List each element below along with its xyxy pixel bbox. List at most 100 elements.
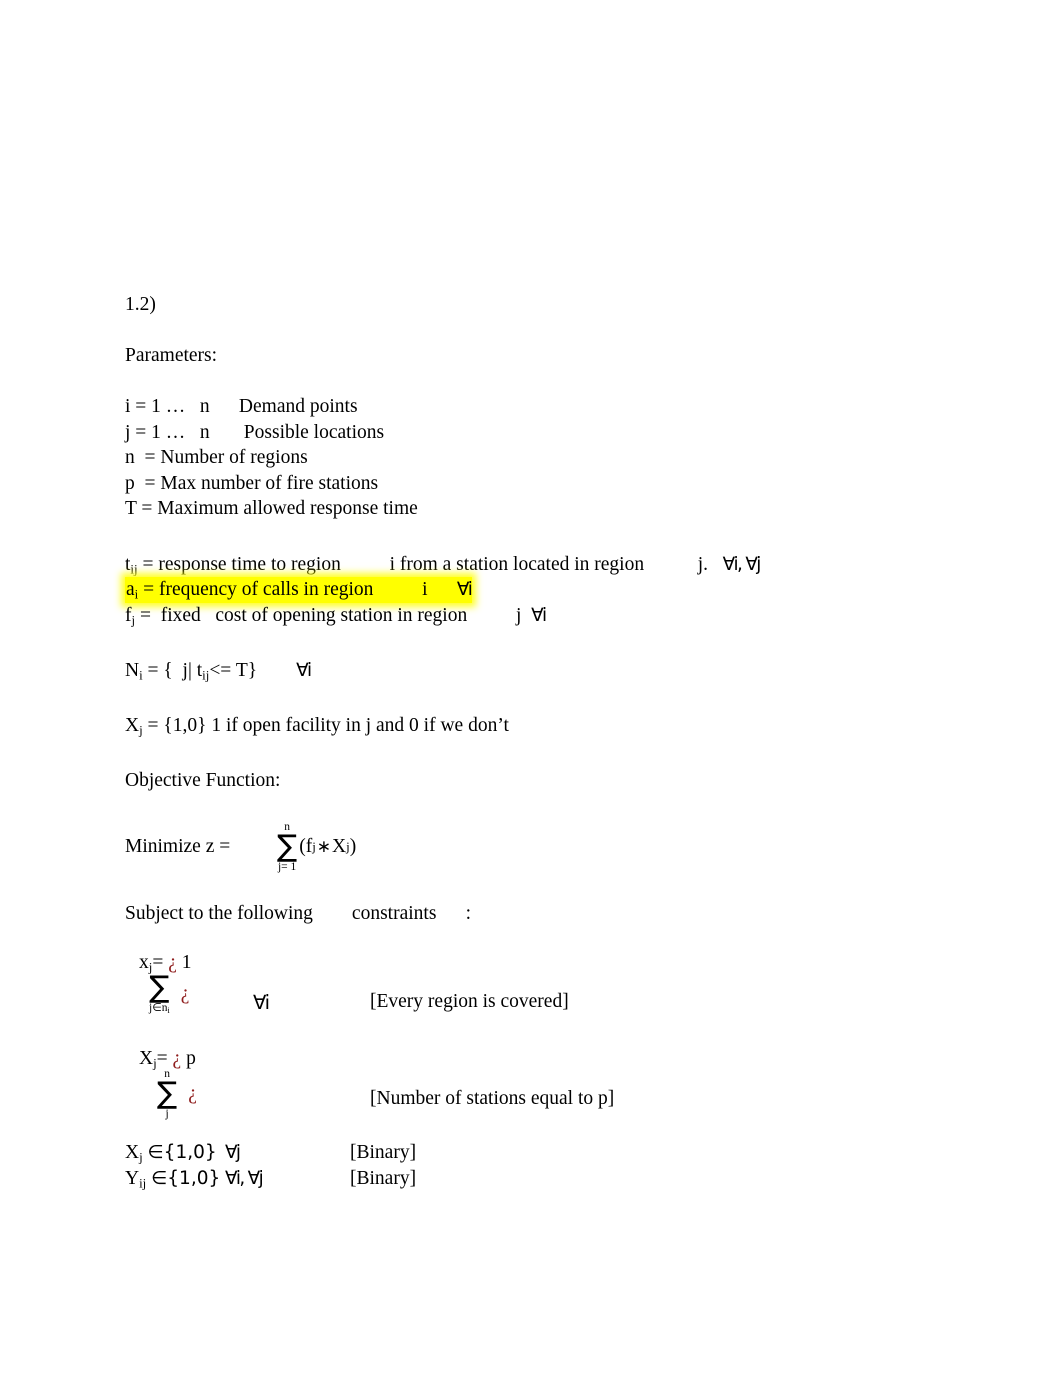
subscript-ij: ij xyxy=(130,562,138,577)
binary-X-quantifier: ∀j xyxy=(225,1142,241,1163)
quantifier-f: ∀i xyxy=(531,604,547,626)
binary-constraint-Y: Yij ∈{1,0} ∀i, ∀j [Binary] xyxy=(125,1166,955,1192)
constraint-2-var: X xyxy=(139,1048,154,1069)
symbol-X: X xyxy=(125,715,140,736)
binary-X-note: [Binary] xyxy=(350,1142,417,1163)
sum-lower-limit: j∈ni xyxy=(149,1000,170,1015)
highlight-span: ai = frequency of calls in region i ∀i xyxy=(125,577,473,603)
constraint-2-rhs: p xyxy=(186,1048,196,1069)
document-body: 1.2) Parameters: i = 1 … n Demand points… xyxy=(125,292,955,1191)
equation-artifact-icon: ¿ xyxy=(180,982,190,1004)
param-desc-j: Possible locations xyxy=(243,421,385,443)
binary-Y-sub: ij xyxy=(139,1176,147,1191)
decision-variable-X: Xj = {1,0} 1 if open facility in j and 0… xyxy=(125,713,955,738)
constraint-1-note: [Every region is covered] xyxy=(370,991,569,1012)
section-number: 1.2) xyxy=(125,294,156,315)
objective-close-paren: ) xyxy=(349,836,357,857)
element-of-icon: ∈{1,0} xyxy=(151,1167,221,1189)
parameter-list: i = 1 … n Demand points j = 1 … n Possib… xyxy=(125,394,955,522)
objective-function-row: Minimize z = n ∑ j= 1 (f j ∗ Xj) xyxy=(125,819,955,875)
definition-f-text: = fixed cost of opening station in regio… xyxy=(135,604,468,626)
multiply-icon: ∗ xyxy=(316,837,332,857)
param-lhs-j: j = 1 … xyxy=(125,421,186,443)
decision-variable-text: = {1,0} 1 if open facility in j and 0 if… xyxy=(142,715,509,736)
equation-artifact-icon: ¿ xyxy=(188,1082,197,1104)
summation-operator: n ∑ j= 1 xyxy=(277,821,297,873)
binary-Y-quantifier: ∀i, ∀j xyxy=(225,1167,264,1189)
objective-expression: n ∑ j= 1 (f j ∗ Xj) xyxy=(277,821,357,873)
definition-t-text-after: from a station located in region xyxy=(399,553,645,575)
constraint-1-var: x xyxy=(139,952,149,973)
constraint-station-count: Xj = ¿ p n ∑ j ¿ [Number of stations equa… xyxy=(125,1044,955,1140)
constraint-2-summation: n ∑ j ¿ xyxy=(155,1068,197,1120)
definition-a-text: = frequency of calls in region xyxy=(138,579,374,600)
parameters-heading: Parameters: xyxy=(125,345,218,366)
symbol-a: a xyxy=(126,579,135,600)
definition-response-time: tij = response time to region i from a s… xyxy=(125,552,955,578)
binary-Y-var: Y xyxy=(125,1167,140,1189)
param-lhs-i: i = 1 … xyxy=(125,396,186,417)
definition-T: T = Maximum allowed response time xyxy=(125,498,418,519)
sigma-icon: ∑ xyxy=(277,829,298,865)
constraint-2-eq: = xyxy=(156,1048,168,1069)
definition-p: p = Max number of fire stations xyxy=(125,472,379,494)
param-var-j: n xyxy=(199,421,210,443)
constraint-1-summation: ∑ j∈ni ¿ xyxy=(147,970,190,1015)
objective-var-X: X xyxy=(332,836,347,857)
binary-Y-expression: Yij ∈{1,0} xyxy=(125,1166,225,1192)
definition-t-mid-index: i xyxy=(389,553,395,575)
parameter-line-i: i = 1 … n Demand points xyxy=(125,394,955,420)
definition-t-tail-index: j. xyxy=(697,553,709,575)
constraint-1-rhs: 1 xyxy=(181,952,192,973)
document-page: 1.2) Parameters: i = 1 … n Demand points… xyxy=(0,0,1062,1376)
definition-fixed-cost: fj = fixed cost of opening station in re… xyxy=(125,603,955,629)
constraint-2-note: [Number of stations equal to p] xyxy=(370,1088,615,1109)
binary-constraint-X: Xj ∈{1,0} ∀j [Binary] xyxy=(125,1140,955,1166)
binary-X-var: X xyxy=(125,1142,140,1163)
sum-lower-limit: j= 1 xyxy=(277,860,297,873)
sum-lower-limit: j xyxy=(165,1107,169,1120)
param-desc-i: Demand points xyxy=(238,396,358,417)
sum-set-sub: i xyxy=(167,1005,170,1015)
sigma-icon: ∑ xyxy=(149,970,170,1005)
set-body-pre: = { j| t xyxy=(142,660,203,681)
element-of-icon: ∈ xyxy=(152,1000,162,1014)
quantifier-t: ∀i, ∀j xyxy=(722,553,762,575)
definition-n: n = Number of regions xyxy=(125,447,308,468)
binary-Y-note: [Binary] xyxy=(350,1167,417,1189)
binary-constraint-list: Xj ∈{1,0} ∀j [Binary] Yij ∈{1,0} ∀i, ∀j … xyxy=(125,1140,955,1191)
constraint-1-quantifier: ∀i xyxy=(253,991,270,1014)
definition-f-tail-index: j xyxy=(515,604,522,626)
constraints-heading: Subject to the following constraints : xyxy=(125,903,472,924)
indexed-definition-list: tij = response time to region i from a s… xyxy=(125,552,955,629)
summation-operator: ∑ j∈ni xyxy=(149,970,170,1015)
constraint-coverage: xj= ¿ 1 ∑ j∈ni ¿ ∀i [Every region is cov… xyxy=(125,952,955,1044)
set-definition-N: Ni = { j| tij<= T} ∀i xyxy=(125,658,955,683)
quantifier-a: ∀i xyxy=(456,579,473,600)
equation-artifact-icon: ¿ xyxy=(168,952,177,973)
binary-X-expression: Xj ∈{1,0} xyxy=(125,1140,225,1166)
param-var-i: n xyxy=(199,396,210,417)
binary-X-sub: j xyxy=(139,1150,143,1165)
symbol-N: N xyxy=(125,660,140,681)
parameter-line-j: j = 1 … n Possible locations xyxy=(125,420,955,446)
quantifier-N: ∀i xyxy=(296,660,312,681)
objective-heading: Objective Function: xyxy=(125,770,281,791)
equation-artifact-icon: ¿ xyxy=(172,1048,182,1069)
set-body-post: <= T} xyxy=(209,660,258,681)
summation-operator: n ∑ j xyxy=(157,1068,177,1120)
objective-open-paren: (f xyxy=(299,836,313,857)
sigma-icon: ∑ xyxy=(157,1076,178,1112)
definition-a-mid-index: i xyxy=(422,579,428,600)
definition-t-text: = response time to region xyxy=(137,553,341,575)
objective-label: Minimize z = xyxy=(125,836,231,857)
